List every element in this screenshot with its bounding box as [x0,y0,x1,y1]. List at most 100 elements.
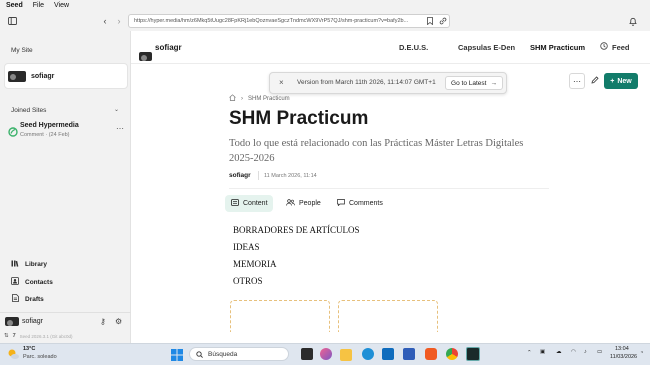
header-site-name[interactable]: sofiagr [155,43,182,52]
tray-chevron-icon[interactable]: ⌃ [527,350,532,356]
weather-desc: Parc. soleado [23,354,57,360]
chrome-icon[interactable] [446,348,458,360]
bookmark-icon[interactable] [424,15,436,27]
joined-site-title[interactable]: Seed Hypermedia [20,122,79,129]
content-doc-icon [231,199,239,208]
app-version: Seed 2026.3.1 (Git abc0d) [19,333,73,339]
weather-sun-icon[interactable] [6,347,20,361]
content-link-borradores[interactable]: BORRADORES DE ARTÍCULOS [233,225,359,235]
nav-link-shm-practicum[interactable]: SHM Practicum [530,43,585,52]
wifi-icon[interactable]: ◠ [571,349,576,355]
tab-content-label: Content [243,200,268,207]
publish-date: 11 March 2026, 11:14 [264,173,317,179]
tab-comments[interactable]: Comments [337,199,383,208]
nav-link-deus[interactable]: D.E.U.S. [399,43,428,52]
seed-app-icon[interactable] [466,347,480,361]
new-button-label: New [617,77,632,85]
breadcrumb-separator: › [241,95,243,102]
page-subtitle: Todo lo que está relacionado con las Prá… [229,138,524,164]
people-icon [286,199,295,208]
link-icon[interactable] [437,15,449,27]
app-statusbar: ⇅ 7 Seed 2026.3.1 (Git abc0d) [4,333,72,339]
volume-icon[interactable]: ♪ [584,349,587,355]
notifications-bell-icon[interactable] [627,15,639,27]
feed-label: Feed [612,42,630,52]
feed-clock-icon [600,42,608,52]
sidebar-toggle-icon[interactable] [6,15,18,27]
battery-icon[interactable]: ▭ [597,349,602,355]
new-button[interactable]: + New [604,73,638,89]
content-link-otros[interactable]: OTROS [233,276,263,286]
tray-cloud-icon[interactable]: ☁ [556,349,562,355]
joined-site-meta: Comment · (24 Feb) [20,132,70,138]
library-icon [11,260,19,269]
weather-temp[interactable]: 13°C [23,346,35,352]
seed-hypermedia-logo-icon [8,124,18,137]
arrow-right-icon: → [490,79,497,87]
sidebar-item-label: Library [25,261,48,268]
content-link-memoria[interactable]: MEMORIA [233,259,277,269]
tab-people[interactable]: People [286,199,321,208]
menu-file[interactable]: File [33,2,44,9]
nav-link-capsulas[interactable]: Capsulas E-Den [458,43,515,52]
feed-link[interactable]: Feed [600,42,630,52]
connections-icon: ⇅ [4,333,9,339]
sidebar-item-library[interactable]: Library [11,260,47,269]
author-name[interactable]: sofiagr [229,172,251,179]
taskview-icon[interactable] [301,348,313,360]
sidebar-item-drafts[interactable]: Drafts [11,294,44,304]
footer-username[interactable]: sofiagr [22,318,43,325]
search-icon [196,345,203,363]
tab-people-label: People [299,200,321,207]
connections-count: 7 [12,333,16,339]
my-site-card[interactable]: sofiagr [4,63,128,89]
header-site-avatar[interactable] [139,52,152,61]
sidebar-item-label: Drafts [25,295,44,303]
card-placeholder[interactable] [338,300,438,332]
menu-view[interactable]: View [54,2,69,9]
notification-center-icon[interactable]: ◔ [640,350,643,356]
url-text: https://hyper.media/hm/z6Mkq5tUugc28FpKR… [134,18,409,24]
sidebar-item-label: Contacts [25,278,53,286]
edit-button[interactable] [587,73,603,89]
home-icon[interactable] [229,94,236,103]
joined-sites-chevron-icon[interactable]: ⌄ [114,106,119,113]
more-horizontal-icon: ⋯ [573,76,581,86]
tab-content[interactable]: Content [231,199,268,208]
page-title: SHM Practicum [229,108,369,129]
site-avatar [8,71,26,82]
forward-icon[interactable]: › [113,15,125,27]
tray-app-icon[interactable]: ▣ [540,349,545,355]
sidebar-item-contacts[interactable]: Contacts [11,277,53,287]
brave-browser-icon[interactable] [425,348,437,360]
search-placeholder: Búsqueda [208,350,238,358]
card-placeholder[interactable] [230,300,330,332]
file-explorer-icon[interactable] [340,349,352,361]
copilot-icon[interactable] [320,348,332,360]
contacts-icon [11,277,19,287]
clock-date[interactable]: 11/03/2026 [610,354,637,360]
more-options-button[interactable]: ⋯ [569,73,585,89]
key-icon[interactable]: ⚷ [100,317,106,326]
site-name: sofiagr [31,73,55,80]
url-bar[interactable]: https://hyper.media/hm/z6Mkq5tUugc28FpKR… [128,14,450,28]
breadcrumb-current[interactable]: SHM Practicum [248,96,290,102]
settings-gear-icon[interactable]: ⚙ [115,317,122,326]
clock-time[interactable]: 13:04 [615,346,629,352]
go-to-latest-button[interactable]: Go to Latest → [445,76,503,90]
content-link-ideas[interactable]: IDEAS [233,242,260,252]
banner-close-icon[interactable]: × [279,78,284,87]
my-site-label: My Site [11,47,33,54]
back-icon[interactable]: ‹ [99,15,111,27]
edge-browser-icon[interactable] [362,348,374,360]
tab-comments-label: Comments [349,200,383,207]
menu-seed[interactable]: Seed [6,2,23,9]
joined-site-more-icon[interactable]: ⋯ [116,124,124,133]
app-icon[interactable] [403,348,415,360]
windows-start-icon[interactable] [171,348,183,361]
app-menubar: Seed File View [0,0,650,11]
user-avatar[interactable] [5,317,19,326]
store-icon[interactable] [382,348,394,360]
drafts-icon [11,294,19,304]
taskbar-search-box[interactable]: Búsqueda [189,347,289,361]
